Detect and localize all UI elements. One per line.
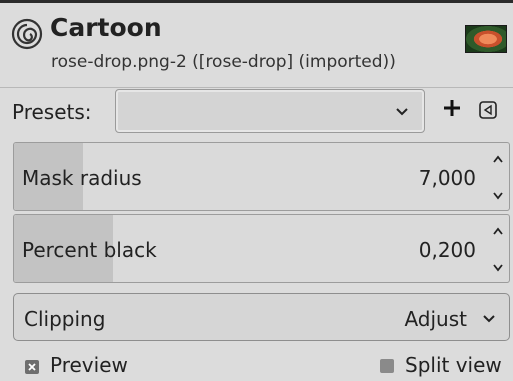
- presets-label: Presets:: [12, 100, 92, 124]
- mask-radius-value[interactable]: 7,000: [419, 166, 476, 190]
- chevron-down-icon: [396, 108, 408, 116]
- mask-radius-slider[interactable]: Mask radius 7,000: [13, 142, 510, 211]
- presets-menu-button[interactable]: [478, 100, 498, 120]
- chevron-down-icon: [483, 315, 495, 323]
- presets-combo[interactable]: [115, 89, 425, 133]
- split-view-checkbox[interactable]: [380, 359, 394, 373]
- increment-icon[interactable]: [491, 225, 505, 237]
- clipping-combo[interactable]: Clipping Adjust: [13, 293, 510, 341]
- header-separator: [0, 87, 513, 88]
- decrement-icon[interactable]: [491, 262, 505, 274]
- preview-checkbox[interactable]: [25, 360, 39, 374]
- split-view-label[interactable]: Split view: [405, 353, 502, 377]
- gegl-spiral-icon: [11, 18, 43, 50]
- preview-label[interactable]: Preview: [50, 353, 128, 377]
- image-subtitle: rose-drop.png-2 ([rose-drop] (imported)): [51, 52, 396, 72]
- percent-black-stepper[interactable]: [487, 215, 509, 282]
- image-thumbnail: [465, 25, 507, 53]
- percent-black-label: Percent black: [22, 238, 157, 262]
- mask-radius-label: Mask radius: [22, 166, 142, 190]
- percent-black-slider[interactable]: Percent black 0,200: [13, 214, 510, 283]
- clipping-value: Adjust: [404, 307, 467, 331]
- mask-radius-stepper[interactable]: [487, 143, 509, 210]
- clipping-label: Clipping: [24, 307, 106, 331]
- percent-black-value[interactable]: 0,200: [419, 238, 476, 262]
- dialog-title: Cartoon: [50, 13, 162, 42]
- add-preset-button[interactable]: [440, 96, 464, 120]
- increment-icon[interactable]: [491, 153, 505, 165]
- decrement-icon[interactable]: [491, 190, 505, 202]
- dialog-header: Cartoon rose-drop.png-2 ([rose-drop] (im…: [0, 3, 513, 83]
